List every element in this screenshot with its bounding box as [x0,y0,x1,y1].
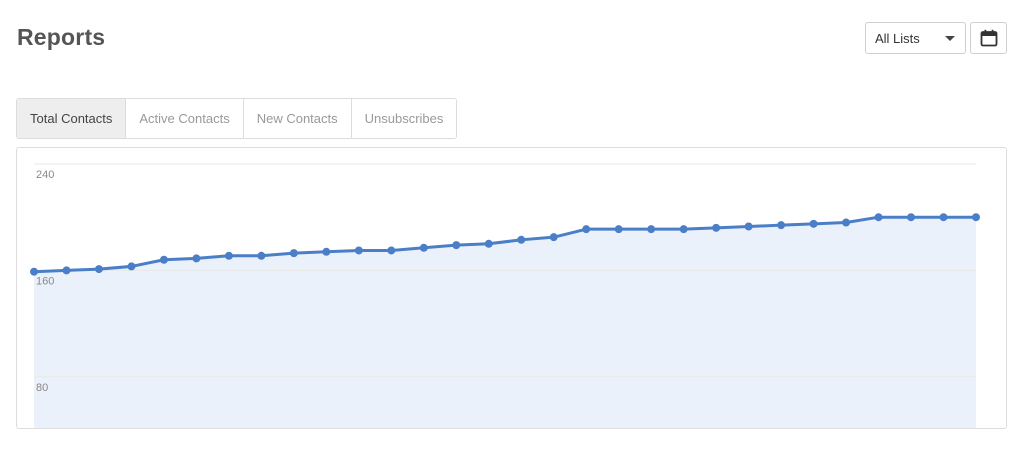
data-point [972,213,980,222]
y-tick-label: 80 [36,382,48,394]
data-point [744,222,753,231]
contacts-chart-panel: 240 160 80 [16,147,1007,429]
data-point [419,243,428,252]
y-tick-label: 160 [36,275,54,287]
calendar-icon [980,29,997,47]
data-point [159,255,168,264]
list-filter-value: All Lists [875,30,920,46]
data-point [907,213,916,222]
data-point [842,218,851,227]
data-point [549,233,558,242]
tab-unsubscribes[interactable]: Unsubscribes [351,99,457,138]
data-point [224,251,233,260]
data-point [582,225,591,234]
data-point [517,235,526,244]
tab-new-contacts[interactable]: New Contacts [243,99,352,138]
data-point [647,225,656,234]
data-point [322,247,331,256]
data-point [62,266,71,275]
data-point [257,251,266,260]
data-point [874,213,883,222]
data-point [387,246,396,255]
date-range-button[interactable] [970,22,1007,54]
data-point [809,219,818,228]
data-point [192,254,201,263]
chart-area-fill [34,217,976,428]
data-point [94,265,103,274]
tab-active-contacts[interactable]: Active Contacts [126,99,244,138]
report-tabs: Total Contacts Active Contacts New Conta… [16,98,458,139]
data-point [484,239,493,248]
y-tick-label: 240 [36,169,54,181]
data-point [289,249,298,258]
data-point [614,225,623,234]
tab-total-contacts[interactable]: Total Contacts [17,99,127,138]
contacts-chart: 240 160 80 [30,163,980,428]
data-point [712,223,721,232]
data-point [777,221,786,230]
data-point [354,246,363,255]
data-point [127,262,136,271]
data-point [939,213,948,222]
data-point [679,225,688,234]
list-filter-select[interactable]: All Lists [865,22,966,54]
data-point [452,241,461,250]
caret-down-icon [945,36,955,41]
page-title: Reports [17,24,106,50]
reports-page: Reports All Lists Total Contacts Active … [0,0,1024,449]
